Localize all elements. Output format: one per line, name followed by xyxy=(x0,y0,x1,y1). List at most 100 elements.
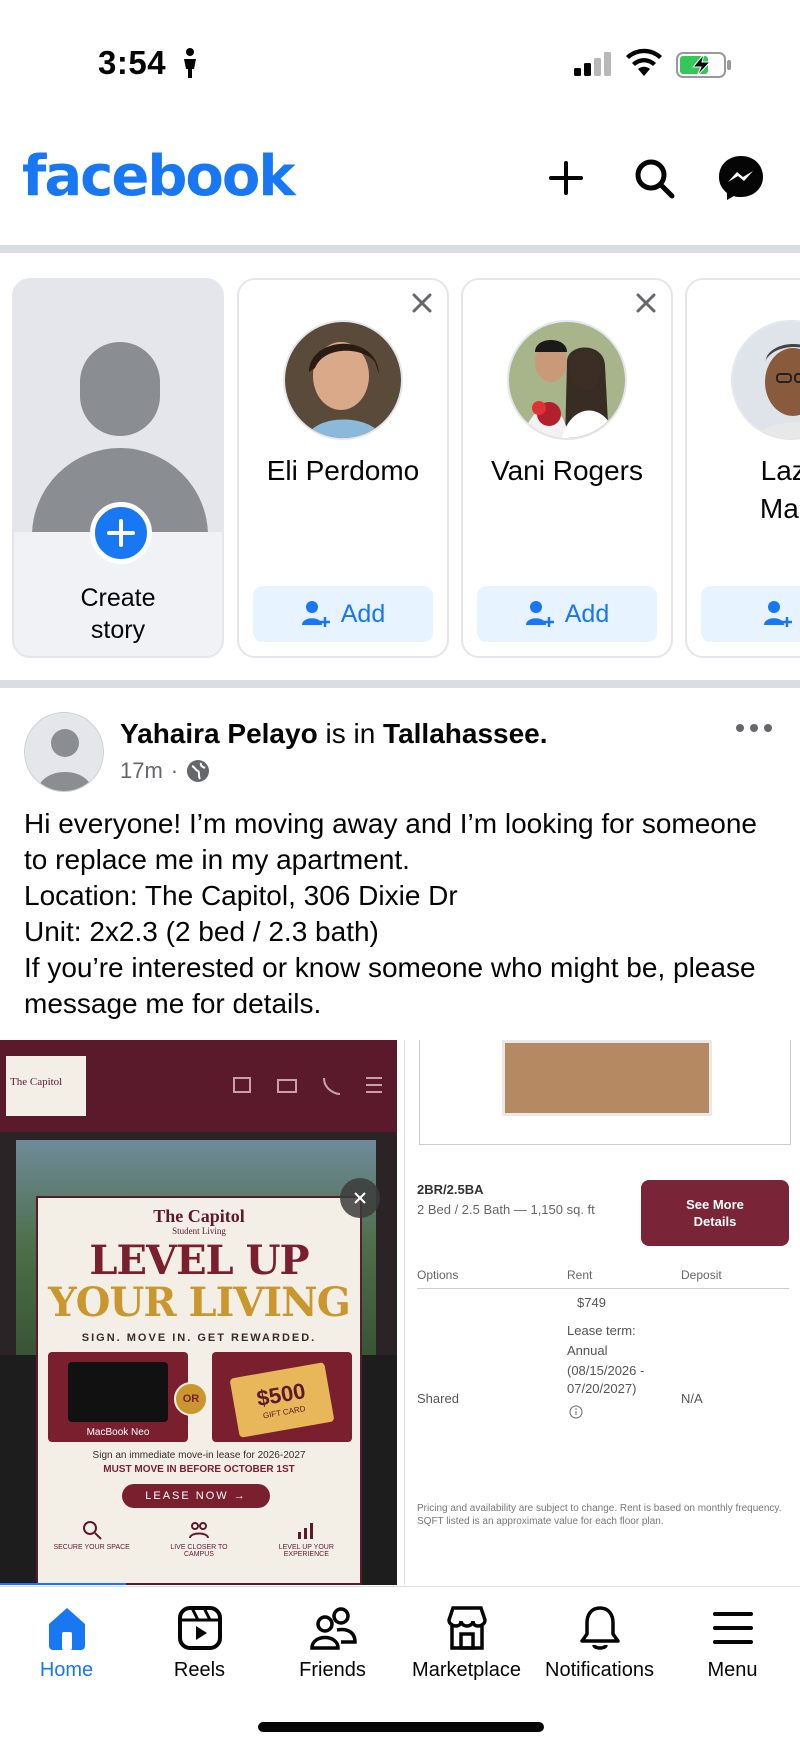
friend-name: Eli Perdomo xyxy=(266,455,420,486)
stories-tray: Create story Eli Perdomo Add Vani Rogers… xyxy=(0,253,800,680)
placeholder-head xyxy=(80,342,160,436)
lease-now-button: LEASE NOW → xyxy=(122,1484,270,1508)
feature-label: SECURE YOUR SPACE xyxy=(53,1544,130,1551)
people-icon xyxy=(188,1522,209,1539)
battery-charging-icon xyxy=(676,52,731,78)
wifi-icon xyxy=(626,48,662,76)
tab-menu[interactable]: Menu xyxy=(666,1601,799,1701)
prize-option-giftcard: $500 GIFT CARD xyxy=(212,1352,352,1442)
author-name[interactable]: Yahaira Pelayo xyxy=(120,718,318,749)
home-indicator xyxy=(258,1722,544,1732)
column-header-deposit: Deposit xyxy=(681,1268,722,1282)
friend-avatar xyxy=(731,320,800,440)
create-story-label: Create story xyxy=(80,584,156,644)
create-button[interactable] xyxy=(538,150,594,206)
feature-label: LIVE CLOSER TO CAMPUS xyxy=(170,1544,228,1558)
search-icon xyxy=(635,159,675,199)
option-cell: Shared xyxy=(417,1391,459,1406)
site-logo: The Capitol xyxy=(6,1056,86,1116)
tab-label: Reels xyxy=(173,1659,226,1681)
popup-headline-1: LEVEL UP xyxy=(89,1237,309,1284)
messenger-button[interactable] xyxy=(713,150,769,206)
popup-close-button xyxy=(340,1178,380,1218)
lease-dates: (08/15/2026 - 07/20/2027) xyxy=(567,1363,645,1396)
unit-title: 2BR/2.5BA xyxy=(417,1182,484,1197)
cellular-signal-icon xyxy=(574,52,611,76)
post-meta: 17m · xyxy=(120,758,210,784)
add-friend-icon xyxy=(525,601,554,627)
popup-brand: The Capitol xyxy=(153,1206,245,1226)
tab-reels[interactable]: Reels xyxy=(133,1601,266,1701)
floor-plan-image xyxy=(419,1040,791,1145)
or-badge: OR xyxy=(174,1382,208,1416)
popup-tagline: SIGN. MOVE IN. GET REWARDED. xyxy=(81,1332,317,1344)
popup-line-2: MUST MOVE IN BEFORE OCTOBER 1ST xyxy=(103,1464,295,1475)
pricing-disclaimer: Pricing and availability are subject to … xyxy=(417,1503,782,1527)
post-media[interactable]: The Capitol The Capitol Student Living L… xyxy=(0,1040,800,1585)
add-label: Add xyxy=(564,599,610,628)
create-story-card[interactable]: Create story xyxy=(12,278,224,658)
column-header-options: Options xyxy=(417,1268,459,1282)
add-friend-icon xyxy=(763,601,792,627)
app-header: facebook xyxy=(0,120,800,245)
post-time[interactable]: 17m xyxy=(120,758,163,784)
friend-name: Laza Marti xyxy=(759,455,800,524)
magnifier-icon xyxy=(82,1521,102,1540)
promo-screenshot[interactable]: The Capitol The Capitol Student Living L… xyxy=(0,1040,397,1585)
tab-friends[interactable]: Friends xyxy=(266,1601,399,1701)
gift-card-icon: $500 GIFT CARD xyxy=(229,1362,335,1438)
friend-avatar xyxy=(283,320,403,440)
tab-label: Marketplace xyxy=(412,1659,521,1681)
divider xyxy=(0,245,800,253)
close-icon[interactable] xyxy=(409,290,435,316)
friend-name: Vani Rogers xyxy=(490,455,643,486)
meta-separator: · xyxy=(170,758,179,783)
bell-icon xyxy=(575,1603,625,1653)
listing-screenshot[interactable]: 2BR/2.5BA 2 Bed / 2.5 Bath — 1,150 sq. f… xyxy=(404,1040,800,1585)
suggested-friend-card[interactable]: Vani Rogers Add xyxy=(461,278,673,658)
messenger-icon xyxy=(719,156,763,200)
create-story-placeholder xyxy=(14,280,222,532)
more-options-icon[interactable] xyxy=(734,718,774,738)
feature-item: SECURE YOUR SPACE xyxy=(52,1518,132,1578)
column-header-rent: Rent xyxy=(567,1268,593,1282)
globe-icon xyxy=(187,760,210,782)
add-friend-button[interactable]: Add xyxy=(253,586,433,642)
tab-label: Notifications xyxy=(545,1659,654,1681)
facebook-logo[interactable]: facebook xyxy=(22,144,296,209)
suggested-friend-card[interactable]: Eli Perdomo Add xyxy=(237,278,449,658)
tab-notifications[interactable]: Notifications xyxy=(533,1601,666,1701)
suggested-friend-card[interactable]: Laza Marti A xyxy=(685,278,800,658)
search-button[interactable] xyxy=(626,150,682,206)
rent-cell: $749 xyxy=(577,1295,606,1310)
post-text: Hi everyone! I’m moving away and I’m loo… xyxy=(24,808,758,1019)
tab-home[interactable]: Home xyxy=(0,1601,133,1701)
author-avatar[interactable] xyxy=(24,712,104,792)
tab-label: Friends xyxy=(299,1659,366,1681)
add-story-icon xyxy=(90,502,152,564)
menu-icon xyxy=(708,1603,758,1653)
plus-icon xyxy=(549,161,583,195)
add-label: Add xyxy=(340,599,386,628)
info-icon xyxy=(569,1405,583,1419)
checkin-connector: is in xyxy=(325,718,376,749)
promo-popup: The Capitol Student Living LEVEL UP YOUR… xyxy=(36,1196,362,1585)
add-friend-button[interactable]: A xyxy=(701,586,800,642)
home-icon xyxy=(42,1603,92,1653)
friend-avatar xyxy=(507,320,627,440)
status-bar: 3:54 xyxy=(0,0,800,120)
reels-icon xyxy=(175,1603,225,1653)
popup-headline-2: YOUR LIVING xyxy=(48,1279,351,1326)
add-friend-button[interactable]: Add xyxy=(477,586,657,642)
tab-marketplace[interactable]: Marketplace xyxy=(400,1601,533,1701)
lease-term-label: Lease term: xyxy=(567,1323,636,1338)
prize-label: MacBook Neo xyxy=(86,1427,150,1438)
divider xyxy=(0,680,800,688)
tab-label: Home xyxy=(39,1659,94,1681)
media-scroll-indicator xyxy=(0,1583,126,1585)
prize-option-laptop: MacBook Neo xyxy=(48,1352,188,1442)
status-time: 3:54 xyxy=(98,44,167,81)
checkin-location[interactable]: Tallahassee. xyxy=(383,718,547,749)
bottom-tab-bar: Home Reels Friends Marketplace Notificat… xyxy=(0,1586,800,1740)
close-icon[interactable] xyxy=(633,290,659,316)
